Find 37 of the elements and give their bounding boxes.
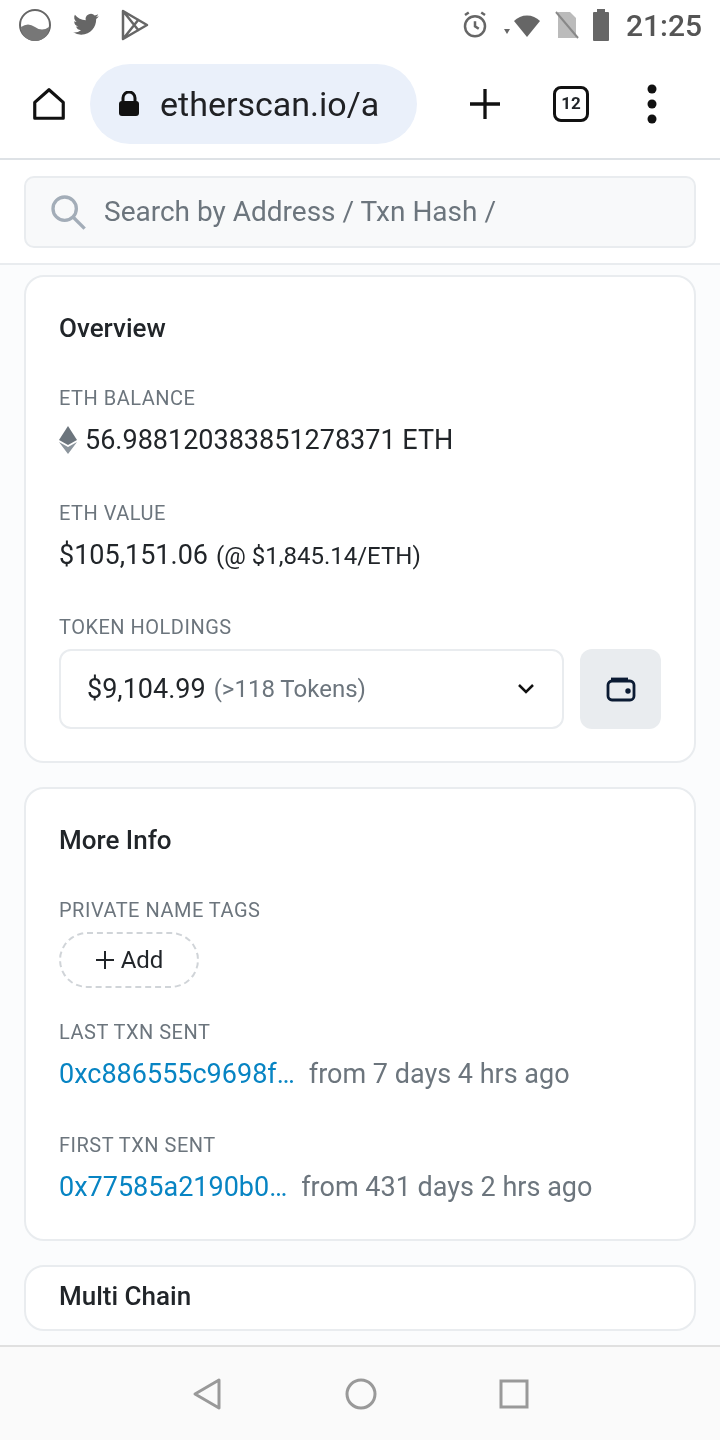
chevron-down-icon — [516, 682, 536, 696]
field-label: FIRST TXN SENT — [59, 1134, 217, 1155]
home-nav-button[interactable] — [344, 1376, 378, 1411]
field-label: LAST TXN SENT — [59, 1022, 212, 1042]
ethereum-icon — [59, 426, 77, 455]
field-label: TOKEN HOLDINGS — [59, 617, 233, 637]
transaction-hash-link[interactable]: 0x77585a2190b0… — [59, 1166, 288, 1207]
menu-button[interactable] — [645, 82, 659, 126]
token-holdings-dropdown[interactable]: $9,104.99 (>118 Tokens) — [59, 649, 564, 729]
search-input[interactable]: Search by Address / Txn Hash / — [104, 190, 672, 233]
plus-icon — [94, 950, 115, 970]
battery-icon — [591, 9, 610, 41]
recents-button[interactable] — [499, 1378, 530, 1409]
field-label: ETH BALANCE — [59, 388, 197, 408]
balance-value: 56.988120383851278371 ETH — [85, 423, 454, 458]
field-label: ETH VALUE — [59, 502, 167, 523]
app-notification-icon — [18, 8, 52, 42]
wallet-button[interactable] — [580, 649, 661, 729]
wallet-icon — [605, 676, 636, 702]
field-label: PRIVATE NAME TAGS — [59, 900, 262, 920]
transaction-age: from 7 days 4 hrs ago — [308, 1057, 570, 1092]
card-title: Multi Chain — [59, 1283, 193, 1309]
transaction-age: from 431 days 2 hrs ago — [301, 1169, 593, 1205]
usd-value: $105,151.06 — [59, 537, 208, 573]
address-bar[interactable]: etherscan.io/a — [90, 64, 417, 144]
transaction-hash-link[interactable]: 0xc886555c9698f… — [59, 1054, 295, 1095]
eth-price: (@ $1,845.14/ETH) — [216, 540, 421, 572]
clock-time: 21:25 — [625, 6, 702, 45]
url-text: etherscan.io/a — [160, 82, 380, 126]
lock-icon — [118, 91, 140, 117]
search-field[interactable]: Search by Address / Txn Hash / — [24, 175, 696, 248]
tab-count-button[interactable]: 12 — [553, 86, 589, 122]
add-tag-button[interactable]: Add — [59, 932, 199, 988]
no-sim-icon — [553, 10, 580, 40]
card-title: Overview — [59, 312, 167, 345]
card-title: More Info — [59, 824, 173, 857]
play-store-icon — [120, 9, 150, 41]
